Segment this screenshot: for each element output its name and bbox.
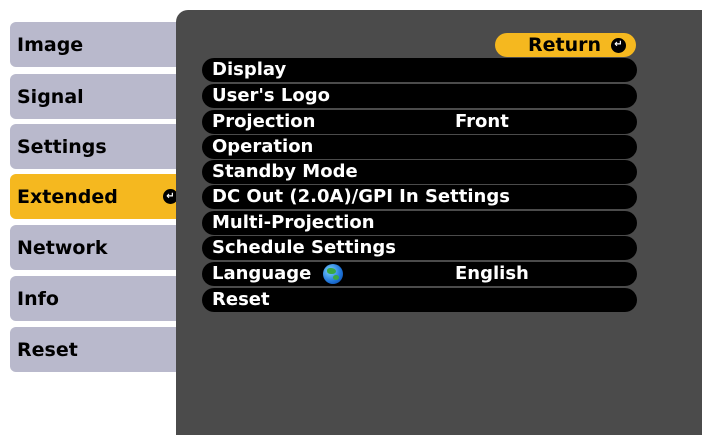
tab-extended[interactable]: Extended ↵	[10, 174, 186, 219]
menu-item-label: Display	[212, 59, 287, 80]
tab-signal[interactable]: Signal	[10, 74, 186, 119]
tab-info[interactable]: Info	[10, 276, 186, 321]
return-button[interactable]: Return ↵	[495, 33, 636, 57]
menu-item-label: Reset	[212, 289, 270, 310]
return-label: Return	[527, 34, 601, 56]
menu-item-value: Front	[455, 111, 509, 132]
menu-item-projection[interactable]: Projection Front	[202, 110, 637, 134]
menu-item-reset[interactable]: Reset	[202, 288, 637, 312]
enter-icon: ↵	[611, 37, 626, 53]
menu-item-operation[interactable]: Operation	[202, 135, 637, 159]
menu-item-label: Projection	[212, 111, 316, 132]
tab-image[interactable]: Image	[10, 22, 186, 67]
menu-item-label: Multi-Projection	[212, 212, 375, 233]
menu-item-multi-projection[interactable]: Multi-Projection	[202, 211, 637, 235]
menu-item-language[interactable]: Language English	[202, 262, 637, 286]
menu-item-value: English	[455, 263, 529, 284]
menu-item-label: Schedule Settings	[212, 237, 396, 258]
menu-item-label: User's Logo	[212, 85, 330, 106]
menu-item-label: Operation	[212, 136, 314, 157]
tab-label: Info	[17, 287, 59, 310]
tab-settings[interactable]: Settings	[10, 124, 186, 169]
tab-label: Extended	[17, 185, 118, 208]
menu-item-label: Standby Mode	[212, 161, 358, 182]
tab-reset[interactable]: Reset	[10, 327, 186, 372]
menu-item-users-logo[interactable]: User's Logo	[202, 84, 637, 108]
tab-label: Reset	[17, 338, 78, 361]
menu-item-dc-out-gpi[interactable]: DC Out (2.0A)/GPI In Settings	[202, 185, 637, 209]
menu-item-standby-mode[interactable]: Standby Mode	[202, 160, 637, 184]
tab-label: Network	[17, 236, 108, 259]
globe-icon	[323, 264, 343, 284]
menu-item-schedule-settings[interactable]: Schedule Settings	[202, 236, 637, 260]
tab-label: Settings	[17, 135, 107, 158]
tab-label: Image	[17, 33, 84, 56]
menu-item-label: DC Out (2.0A)/GPI In Settings	[212, 186, 510, 207]
tab-network[interactable]: Network	[10, 225, 186, 270]
tab-label: Signal	[17, 85, 84, 108]
menu-item-display[interactable]: Display	[202, 58, 637, 82]
menu-item-label: Language	[212, 263, 312, 284]
